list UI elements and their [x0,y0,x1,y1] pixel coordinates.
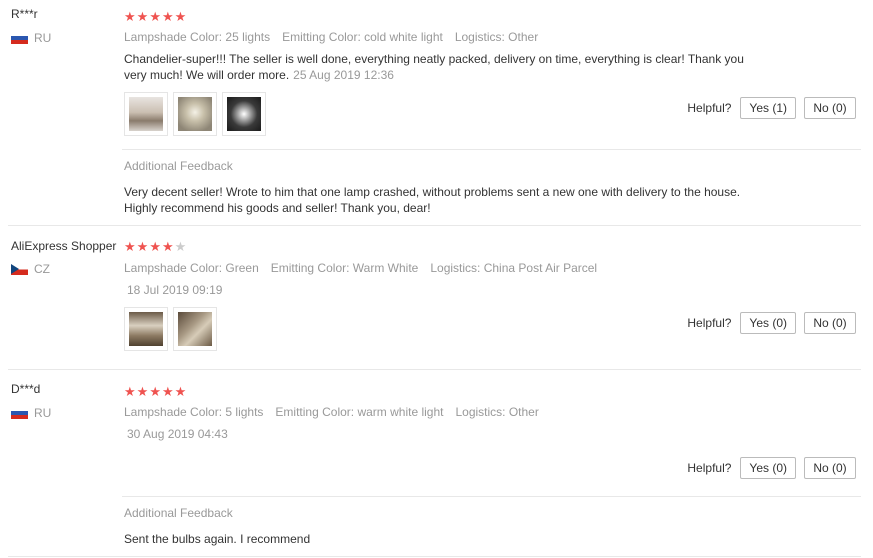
rating-stars: ★ ★ ★ ★ ★ [124,240,186,253]
country-code: CZ [34,262,50,276]
additional-feedback-text: Very decent seller! Wrote to him that on… [124,185,741,215]
helpful-controls: Helpful? Yes (0) No (0) [687,457,856,479]
review-photos [124,307,217,351]
review-photos [124,92,266,136]
reviewer-country: CZ [11,262,50,276]
helpful-label: Helpful? [687,461,732,475]
helpful-yes-button[interactable]: Yes (0) [740,457,796,479]
czech-flag-icon [11,263,28,275]
lampshade-color: Lampshade Color: Green [124,261,259,275]
review-photo[interactable] [222,92,266,136]
logistics: Logistics: Other [454,30,539,44]
star-icon: ★ [136,9,149,24]
star-icon: ★ [174,9,187,24]
star-icon: ★ [124,384,136,399]
review-divider [8,556,861,557]
helpful-no-button[interactable]: No (0) [804,97,856,119]
reviewer-name: R***r [11,7,38,21]
star-icon: ★ [149,384,161,399]
reviewer-name: AliExpress Shopper [11,239,117,253]
star-icon: ★ [149,239,161,254]
review-date: 25 Aug 2019 12:36 [293,68,394,82]
logistics: Logistics: Other [455,405,539,419]
review-date: 18 Jul 2019 09:19 [127,283,223,297]
star-icon: ★ [161,239,174,254]
lampshade-color: Lampshade Color: 25 lights [124,30,271,44]
reviewer-country: RU [11,31,51,45]
rating-stars: ★ ★ ★ ★ ★ [124,385,186,398]
helpful-label: Helpful? [687,316,732,330]
review-body: Chandelier-super!!! The seller is well d… [124,52,744,82]
additional-feedback-text: Sent the bulbs again. I recommend [124,532,311,546]
country-code: RU [34,406,52,420]
review-photo[interactable] [173,92,217,136]
emitting-color: Emitting Color: cold white light [282,30,443,44]
product-properties: Lampshade Color: Green Emitting Color: W… [124,261,597,275]
star-icon: ★ [161,384,174,399]
emitting-color: Emitting Color: Warm White [270,261,419,275]
star-icon: ★ [136,384,149,399]
country-code: RU [34,31,52,45]
helpful-no-button[interactable]: No (0) [804,312,856,334]
review-photo[interactable] [124,307,168,351]
additional-feedback-title: Additional Feedback [124,159,233,173]
helpful-label: Helpful? [687,101,732,115]
reviewer-name: D***d [11,382,41,396]
review-photo[interactable] [173,307,217,351]
star-icon: ★ [149,9,161,24]
russia-flag-icon [11,32,28,44]
star-empty-icon: ★ [174,239,187,254]
star-icon: ★ [136,239,149,254]
helpful-yes-button[interactable]: Yes (1) [740,97,796,119]
reviewer-country: RU [11,406,51,420]
helpful-controls: Helpful? Yes (0) No (0) [687,312,856,334]
russia-flag-icon [11,407,28,419]
review-text: Chandelier-super!!! The seller is well d… [124,51,764,83]
star-icon: ★ [124,9,136,24]
emitting-color: Emitting Color: warm white light [275,405,444,419]
divider [122,149,861,150]
review-date: 30 Aug 2019 04:43 [127,427,228,441]
logistics: Logistics: China Post Air Parcel [430,261,598,275]
star-icon: ★ [174,384,187,399]
product-properties: Lampshade Color: 5 lights Emitting Color… [124,405,539,419]
review-divider [8,369,861,370]
rating-stars: ★ ★ ★ ★ ★ [124,10,186,23]
product-properties: Lampshade Color: 25 lights Emitting Colo… [124,30,538,44]
additional-feedback-title: Additional Feedback [124,506,233,520]
helpful-yes-button[interactable]: Yes (0) [740,312,796,334]
divider [122,496,861,497]
review-divider [8,225,861,226]
star-icon: ★ [124,239,136,254]
helpful-no-button[interactable]: No (0) [804,457,856,479]
helpful-controls: Helpful? Yes (1) No (0) [687,97,856,119]
star-icon: ★ [161,9,174,24]
lampshade-color: Lampshade Color: 5 lights [124,405,264,419]
review-photo[interactable] [124,92,168,136]
